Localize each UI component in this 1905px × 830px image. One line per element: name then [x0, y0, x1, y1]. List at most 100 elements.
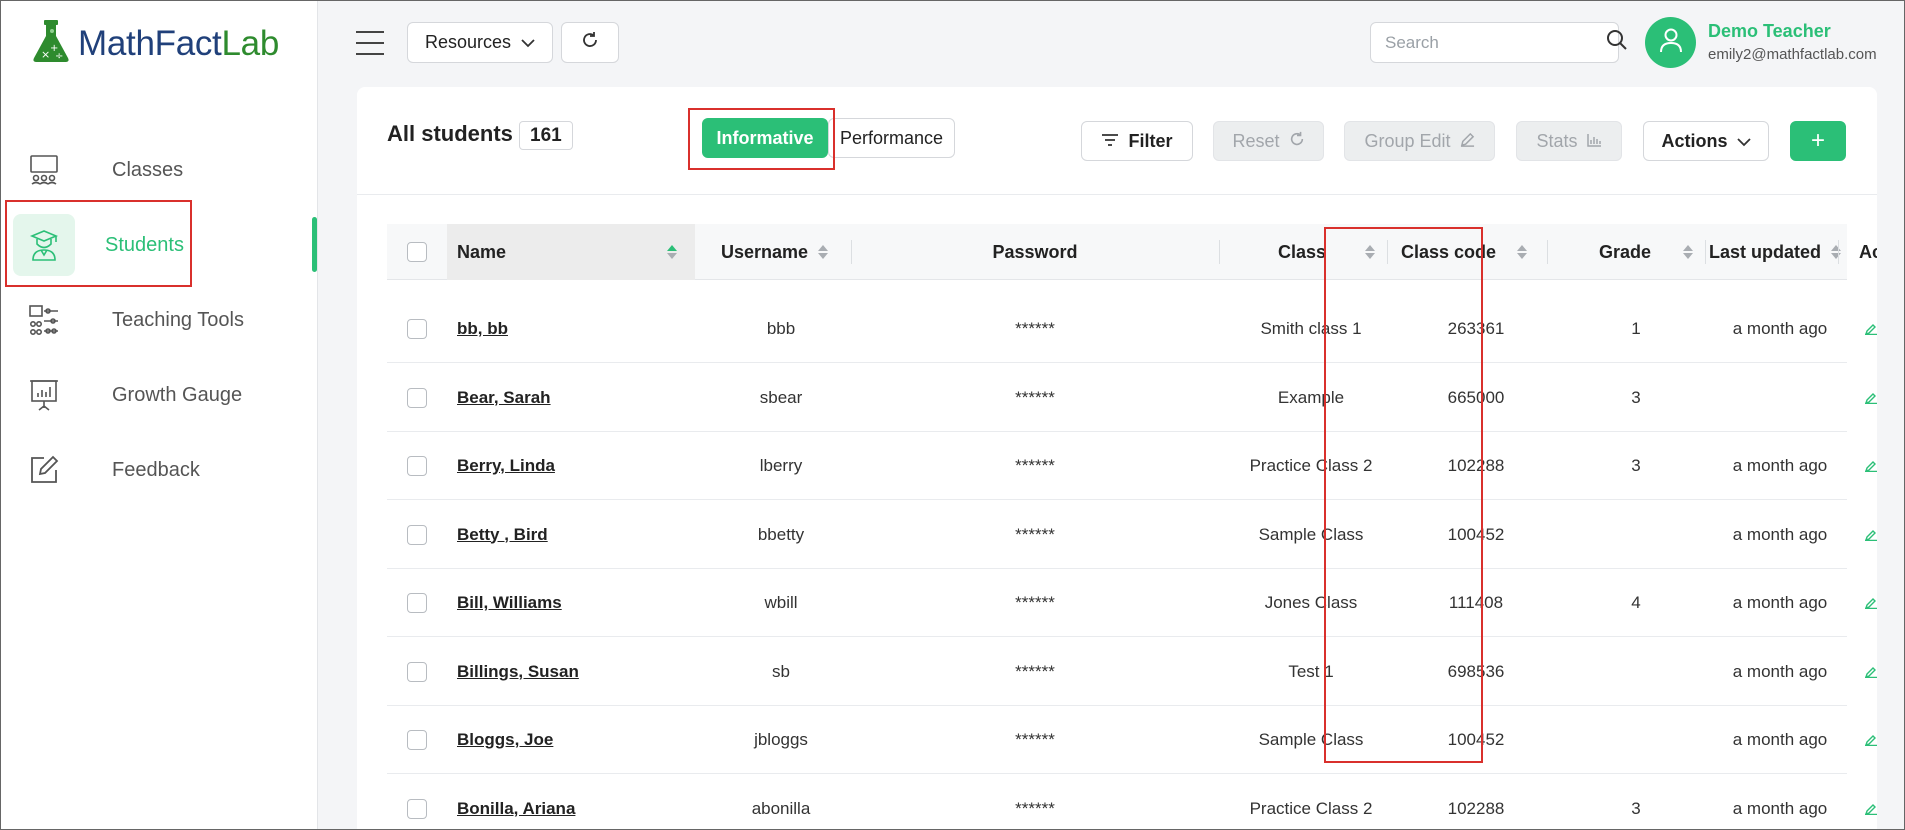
student-name-link[interactable]: Bonilla, Ariana	[457, 775, 575, 830]
student-name-link[interactable]: Billings, Susan	[457, 638, 579, 706]
student-name-link[interactable]: Betty , Bird	[457, 501, 548, 569]
abacus-icon	[20, 296, 68, 344]
row-checkbox[interactable]	[407, 456, 427, 476]
svg-text:×: ×	[41, 48, 50, 61]
cell-class: Sample Class	[1258, 524, 1364, 544]
sidebar-item-label: Feedback	[112, 458, 200, 481]
column-header-name[interactable]: Name	[457, 224, 687, 280]
cell-grade	[1551, 501, 1721, 569]
row-checkbox[interactable]	[407, 593, 427, 613]
add-student-button[interactable]: +	[1790, 121, 1846, 161]
sidebar: × + ÷ MathFactLab Classes Students Teach…	[0, 0, 318, 830]
sidebar-item-teaching-tools[interactable]: Teaching Tools	[20, 288, 310, 352]
brand-logo[interactable]: × + ÷ MathFactLab	[30, 18, 279, 69]
column-header-grade[interactable]: Grade	[1551, 224, 1699, 280]
sidebar-item-classes[interactable]: Classes	[20, 138, 310, 202]
cell-class-code: 263361	[1447, 319, 1505, 338]
student-name-link[interactable]: Bloggs, Joe	[457, 706, 553, 774]
cell-grade	[1551, 638, 1721, 706]
edit-icon[interactable]	[1865, 501, 1877, 569]
flask-icon: × + ÷	[30, 18, 72, 69]
select-all-checkbox[interactable]	[407, 242, 427, 262]
refresh-button[interactable]	[561, 22, 619, 63]
group-edit-button[interactable]: Group Edit	[1344, 121, 1495, 161]
presentation-chart-icon	[20, 371, 68, 419]
cell-grade: 4	[1631, 593, 1641, 612]
sidebar-item-students[interactable]: Students	[6, 213, 296, 277]
user-email: emily2@mathfactlab.com	[1708, 46, 1877, 63]
edit-icon[interactable]	[1865, 638, 1877, 706]
cell-password: ******	[1015, 456, 1055, 475]
cell-last-updated: a month ago	[1732, 593, 1828, 612]
brand-name: MathFactLab	[78, 23, 279, 63]
reset-label: Reset	[1232, 130, 1280, 151]
table-row[interactable]: Betty , Bird bbetty ****** Sample Class 1004…	[387, 501, 1877, 569]
students-card: All students 161 Informative Performance…	[357, 87, 1877, 830]
cell-class: Example	[1277, 387, 1345, 407]
menu-toggle-icon[interactable]	[356, 31, 384, 55]
table-row[interactable]: Berry, Linda lberry ****** Practice Class 2…	[387, 432, 1877, 500]
sidebar-item-label: Growth Gauge	[112, 383, 243, 406]
table-row[interactable]: Bill, Williams wbill ****** Jones Class 1114…	[387, 569, 1877, 637]
table-row[interactable]: Bloggs, Joe jbloggs ****** Sample Class 1004…	[387, 706, 1877, 774]
cell-class-code: 665000	[1447, 387, 1505, 407]
sort-icon	[818, 245, 829, 259]
column-header-last-updated[interactable]: Last updated	[1709, 224, 1841, 280]
cell-last-updated: a month ago	[1732, 661, 1828, 681]
cell-class-code: 100452	[1447, 524, 1505, 544]
column-header-class[interactable]: Class	[1223, 224, 1381, 280]
student-name-link[interactable]: Bill, Williams	[457, 569, 562, 637]
cell-class: Sample Class	[1258, 730, 1364, 749]
sort-icon	[667, 245, 677, 259]
user-name[interactable]: Demo Teacher	[1708, 21, 1831, 42]
avatar[interactable]	[1645, 17, 1696, 68]
bar-chart-icon	[1586, 131, 1602, 152]
cell-class: Practice Class 2	[1249, 456, 1373, 475]
reset-button[interactable]: Reset	[1213, 121, 1324, 161]
row-checkbox[interactable]	[407, 798, 427, 819]
row-checkbox[interactable]	[407, 387, 427, 408]
column-header-username[interactable]: Username	[721, 224, 841, 280]
edit-icon[interactable]	[1865, 295, 1877, 363]
cell-grade: 1	[1631, 319, 1641, 338]
student-name-link[interactable]: Berry, Linda	[457, 432, 555, 500]
row-checkbox[interactable]	[407, 661, 427, 682]
sidebar-item-feedback[interactable]: Feedback	[20, 438, 310, 502]
sidebar-item-growth-gauge[interactable]: Growth Gauge	[20, 363, 310, 427]
student-name-link[interactable]: bb, bb	[457, 295, 508, 363]
cell-class-code: 698536	[1447, 661, 1505, 681]
student-name-link[interactable]: Bear, Sarah	[457, 364, 551, 432]
edit-icon[interactable]	[1865, 432, 1877, 500]
cell-class: Test 1	[1288, 661, 1334, 681]
actions-dropdown[interactable]: Actions	[1643, 121, 1769, 161]
table-row[interactable]: Billings, Susan sb ****** Test 1 698536 a mon…	[387, 638, 1877, 706]
edit-icon[interactable]	[1865, 706, 1877, 774]
cell-last-updated: a month ago	[1732, 730, 1828, 749]
row-checkbox[interactable]	[407, 524, 427, 545]
table-row[interactable]: bb, bb bbb ****** Smith class 1 263361 1 a mon…	[387, 295, 1877, 363]
row-checkbox[interactable]	[407, 319, 427, 339]
sidebar-item-label: Classes	[112, 158, 184, 181]
edit-icon[interactable]	[1865, 364, 1877, 432]
resources-dropdown[interactable]: Resources	[407, 22, 553, 63]
filter-button[interactable]: Filter	[1081, 121, 1193, 161]
edit-icon[interactable]	[1865, 775, 1877, 830]
cell-username: sbear	[759, 387, 803, 407]
stats-button[interactable]: Stats	[1516, 121, 1622, 161]
row-checkbox[interactable]	[407, 730, 427, 750]
cell-password: ******	[1015, 319, 1055, 338]
column-header-class-code[interactable]: Class code	[1391, 224, 1541, 280]
table-row[interactable]: Bonilla, Ariana abonilla ****** Practice Cl…	[387, 775, 1877, 830]
search-icon[interactable]	[1606, 29, 1628, 56]
tab-informative[interactable]: Informative	[702, 118, 828, 158]
chevron-down-icon	[1736, 131, 1751, 152]
cell-username: bbb	[766, 319, 796, 338]
tab-performance[interactable]: Performance	[828, 118, 955, 158]
table-row[interactable]: Bear, Sarah sbear ****** Example 665000 3	[387, 364, 1877, 432]
sidebar-item-label: Students	[105, 233, 184, 256]
cell-password: ******	[1015, 524, 1055, 544]
search-input[interactable]	[1385, 32, 1606, 53]
edit-icon[interactable]	[1865, 569, 1877, 637]
pencil-icon	[1460, 131, 1475, 152]
cell-grade: 3	[1631, 798, 1641, 818]
